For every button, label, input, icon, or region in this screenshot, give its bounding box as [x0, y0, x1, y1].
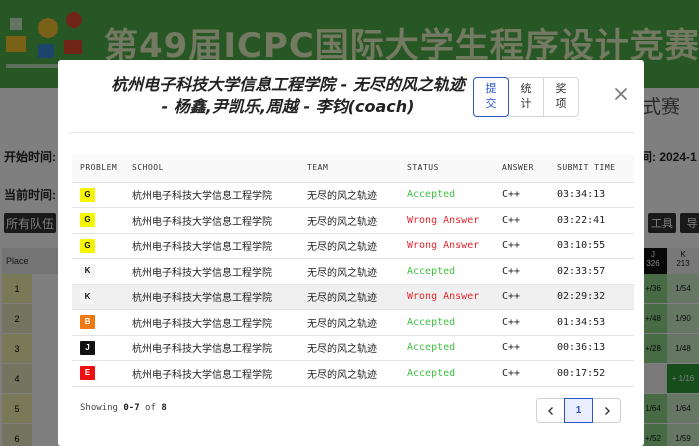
school-cell: 杭州电子科技大学信息工程学院: [132, 360, 307, 387]
table-row[interactable]: K 杭州电子科技大学信息工程学院 无尽的风之轨迹 Wrong Answer C++ 02:…: [72, 284, 634, 310]
table-row[interactable]: G 杭州电子科技大学信息工程学院 无尽的风之轨迹 Accepted C++ 03:34:1…: [72, 182, 634, 208]
team-cell: 无尽的风之轨迹: [307, 335, 407, 361]
submit-time-cell: 03:22:41: [557, 207, 634, 234]
team-cell: 无尽的风之轨迹: [307, 233, 407, 259]
answer-cell: C++: [502, 335, 557, 361]
school-cell: 杭州电子科技大学信息工程学院: [132, 335, 307, 361]
submissions-table: PROBLEM SCHOOL TEAM STATUS ANSWER SUBMIT…: [72, 154, 634, 387]
showing-summary: Showing 0-7 of 8: [80, 403, 167, 413]
status-cell: Wrong Answer: [407, 284, 502, 310]
status-cell: Accepted: [407, 360, 502, 387]
submit-time-cell: 00:17:52: [557, 360, 634, 387]
modal-divider: [68, 132, 634, 133]
page-button-current[interactable]: 1: [564, 398, 593, 423]
col-school[interactable]: SCHOOL: [132, 154, 307, 183]
submit-time-cell: 03:34:13: [557, 182, 634, 208]
problem-cell: B: [72, 309, 132, 336]
team-cell: 无尽的风之轨迹: [307, 309, 407, 336]
school-cell: 杭州电子科技大学信息工程学院: [132, 309, 307, 336]
status-cell: Accepted: [407, 335, 502, 361]
problem-cell: K: [72, 284, 132, 310]
problem-badge: K: [80, 289, 95, 304]
submit-time-cell: 01:34:53: [557, 309, 634, 336]
chevron-left-icon: [547, 406, 553, 415]
tab-statistics[interactable]: 统计: [508, 77, 544, 117]
table-header-row: PROBLEM SCHOOL TEAM STATUS ANSWER SUBMIT…: [72, 154, 634, 183]
school-cell: 杭州电子科技大学信息工程学院: [132, 284, 307, 310]
next-page-button[interactable]: [592, 398, 621, 423]
status-cell: Accepted: [407, 309, 502, 336]
table-row[interactable]: B 杭州电子科技大学信息工程学院 无尽的风之轨迹 Accepted C++ 01:34:5…: [72, 309, 634, 336]
modal-title: 杭州电子科技大学信息工程学院 - 无尽的风之轨迹 - 杨鑫,尹凯乐,周越 - 李…: [98, 74, 478, 118]
school-cell: 杭州电子科技大学信息工程学院: [132, 258, 307, 285]
modal-title-line2: - 杨鑫,尹凯乐,周越 - 李钧(coach): [161, 97, 415, 116]
problem-cell: G: [72, 182, 132, 208]
problem-cell: K: [72, 258, 132, 285]
close-icon[interactable]: [613, 86, 629, 102]
team-cell: 无尽的风之轨迹: [307, 182, 407, 208]
table-row[interactable]: G 杭州电子科技大学信息工程学院 无尽的风之轨迹 Wrong Answer C++ 03:…: [72, 207, 634, 234]
school-cell: 杭州电子科技大学信息工程学院: [132, 182, 307, 208]
table-row[interactable]: K 杭州电子科技大学信息工程学院 无尽的风之轨迹 Accepted C++ 02:33:5…: [72, 258, 634, 285]
answer-cell: C++: [502, 309, 557, 336]
status-cell: Accepted: [407, 182, 502, 208]
table-row[interactable]: J 杭州电子科技大学信息工程学院 无尽的风之轨迹 Accepted C++ 00:36:1…: [72, 335, 634, 361]
problem-badge: K: [80, 264, 95, 279]
col-status[interactable]: STATUS: [407, 154, 502, 183]
col-team[interactable]: TEAM: [307, 154, 407, 183]
answer-cell: C++: [502, 233, 557, 259]
tab-awards[interactable]: 奖项: [543, 77, 579, 117]
team-cell: 无尽的风之轨迹: [307, 207, 407, 234]
submit-time-cell: 02:29:32: [557, 284, 634, 310]
team-cell: 无尽的风之轨迹: [307, 284, 407, 310]
submit-time-cell: 03:10:55: [557, 233, 634, 259]
modal-title-line1: 杭州电子科技大学信息工程学院 - 无尽的风之轨迹: [111, 75, 465, 94]
problem-cell: J: [72, 335, 132, 361]
school-cell: 杭州电子科技大学信息工程学院: [132, 207, 307, 234]
col-answer[interactable]: ANSWER: [502, 154, 557, 183]
showing-range: 0-7: [123, 403, 140, 413]
problem-cell: G: [72, 207, 132, 234]
problem-badge: E: [80, 366, 95, 381]
modal-tabs: 提交 统计 奖项: [473, 77, 579, 117]
showing-total: 8: [161, 403, 167, 413]
status-cell: Wrong Answer: [407, 233, 502, 259]
problem-badge: B: [80, 315, 95, 330]
problem-badge: G: [80, 213, 95, 228]
answer-cell: C++: [502, 207, 557, 234]
submit-time-cell: 00:36:13: [557, 335, 634, 361]
col-submit-time[interactable]: SUBMIT TIME: [557, 154, 634, 183]
problem-badge: J: [80, 340, 95, 355]
problem-badge: G: [80, 238, 95, 253]
col-problem[interactable]: PROBLEM: [72, 154, 132, 183]
table-row[interactable]: G 杭州电子科技大学信息工程学院 无尽的风之轨迹 Wrong Answer C++ 03:…: [72, 233, 634, 259]
problem-cell: E: [72, 360, 132, 387]
school-cell: 杭州电子科技大学信息工程学院: [132, 233, 307, 259]
pagination: 1: [536, 398, 621, 423]
status-cell: Wrong Answer: [407, 207, 502, 234]
problem-cell: G: [72, 233, 132, 259]
showing-prefix: Showing: [80, 403, 118, 413]
chevron-right-icon: [604, 406, 610, 415]
team-cell: 无尽的风之轨迹: [307, 360, 407, 387]
showing-of: of: [145, 403, 156, 413]
problem-badge: G: [80, 187, 95, 202]
prev-page-button[interactable]: [536, 398, 565, 423]
tab-submissions[interactable]: 提交: [473, 77, 509, 117]
submit-time-cell: 02:33:57: [557, 258, 634, 285]
status-cell: Accepted: [407, 258, 502, 285]
team-cell: 无尽的风之轨迹: [307, 258, 407, 285]
answer-cell: C++: [502, 258, 557, 285]
team-submissions-modal: 杭州电子科技大学信息工程学院 - 无尽的风之轨迹 - 杨鑫,尹凯乐,周越 - 李…: [58, 60, 644, 446]
answer-cell: C++: [502, 284, 557, 310]
answer-cell: C++: [502, 360, 557, 387]
answer-cell: C++: [502, 182, 557, 208]
table-row[interactable]: E 杭州电子科技大学信息工程学院 无尽的风之轨迹 Accepted C++ 00:17:5…: [72, 360, 634, 387]
